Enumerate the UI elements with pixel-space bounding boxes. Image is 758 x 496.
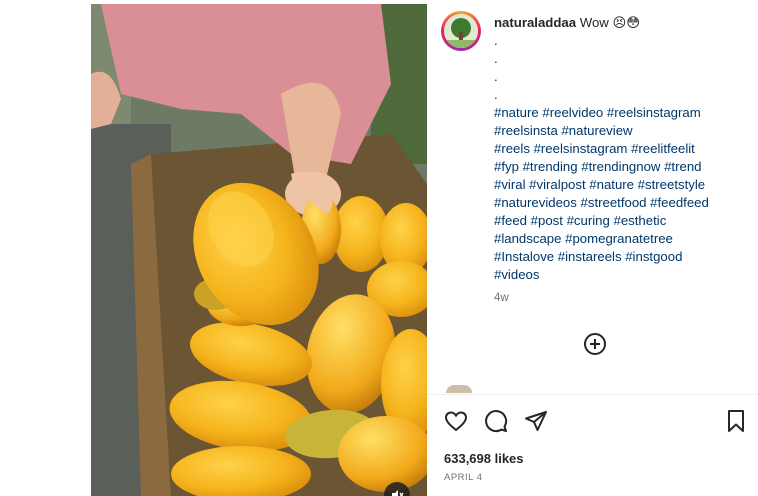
caption-text: Wow	[579, 15, 609, 30]
hashtag-line[interactable]: #reels #reelsinstagram #reelitfeelit	[494, 140, 744, 158]
hashtag-line[interactable]: #fyp #trending #trendingnow #trend	[494, 158, 744, 176]
divider	[427, 394, 758, 395]
post-caption: naturaladdaa Wow 😣😳 . . . . #nature #ree…	[494, 14, 744, 284]
caption-dot: .	[494, 51, 498, 66]
caption-dot: .	[494, 69, 498, 84]
reel-video[interactable]	[91, 4, 427, 496]
caption-dot: .	[494, 33, 498, 48]
speaker-muted-icon	[392, 490, 404, 496]
hashtag-line[interactable]: #landscape #pomegranatetree	[494, 230, 744, 248]
caption-emojis: 😣😳	[612, 15, 641, 30]
hashtag-line[interactable]: #Instalove #instareels #instgood	[494, 248, 744, 266]
caption-dots: . . . .	[494, 32, 744, 104]
avatar[interactable]	[441, 11, 481, 51]
like-button[interactable]	[444, 409, 468, 438]
comment-avatar	[446, 385, 472, 393]
comment-icon	[485, 410, 508, 433]
username-link[interactable]: naturaladdaa	[494, 15, 576, 30]
likes-count[interactable]: 633,698 likes	[444, 451, 524, 466]
post-date: APRIL 4	[444, 472, 483, 483]
heart-icon	[444, 411, 468, 432]
hashtag-line[interactable]: #videos	[494, 266, 744, 284]
paper-plane-icon	[525, 411, 547, 431]
hashtag-line[interactable]: #nature #reelvideo #reelsinstagram	[494, 104, 744, 122]
hashtag-line[interactable]: #reelsinsta #natureview	[494, 122, 744, 140]
bookmark-icon	[728, 410, 744, 432]
caption-dot: .	[494, 87, 498, 102]
avatar-image	[444, 14, 478, 48]
hashtag-line[interactable]: #viral #viralpost #nature #streetstyle	[494, 176, 744, 194]
hashtag-line[interactable]: #naturevideos #streetfood #feedfeed	[494, 194, 744, 212]
plus-circle-icon	[584, 333, 606, 355]
share-button[interactable]	[524, 409, 548, 438]
hashtag-line[interactable]: #feed #post #curing #esthetic	[494, 212, 744, 230]
backdrop	[0, 0, 91, 496]
comment-button[interactable]	[484, 409, 508, 438]
save-button[interactable]	[724, 409, 748, 438]
video-frame	[91, 4, 427, 496]
load-more-comments-button[interactable]	[583, 332, 607, 356]
caption-header: naturaladdaa Wow 😣😳	[494, 14, 744, 32]
post-time-ago[interactable]: 4w	[494, 292, 509, 304]
